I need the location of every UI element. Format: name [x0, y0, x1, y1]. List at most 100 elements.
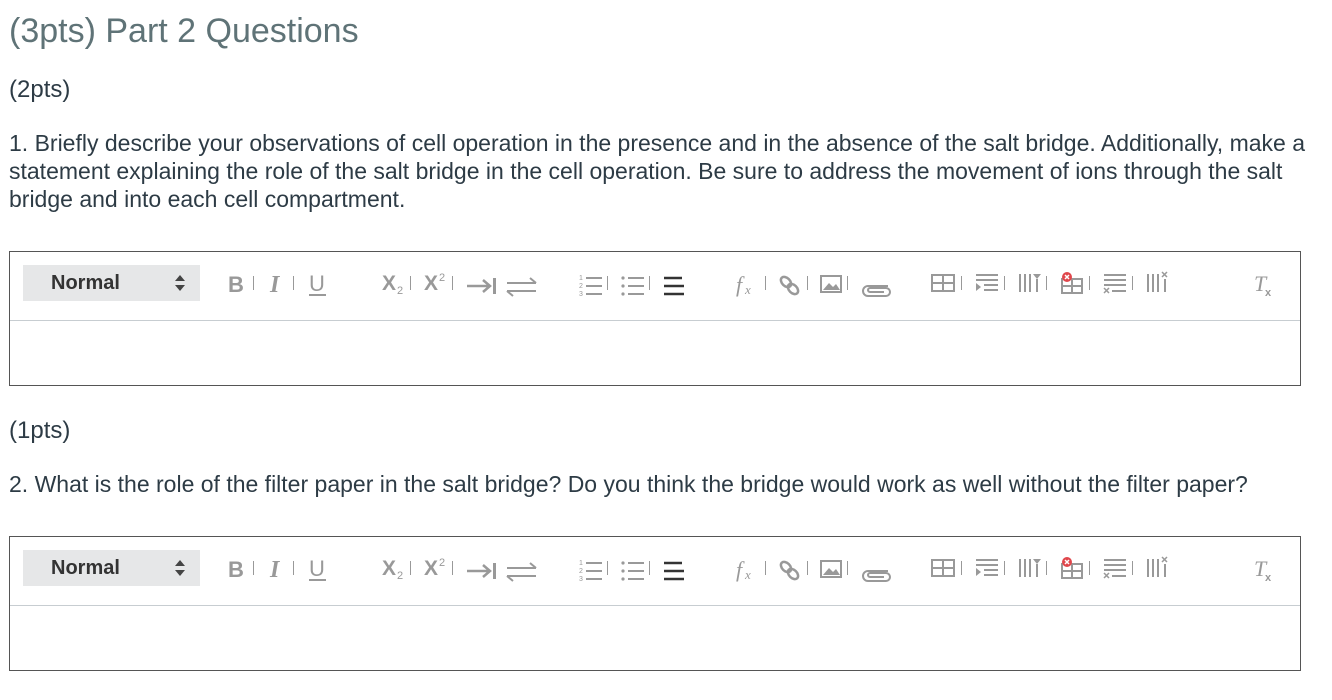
italic-button[interactable]: I: [268, 262, 284, 302]
bullet-list-button[interactable]: [620, 262, 646, 302]
svg-text:U: U: [309, 271, 325, 296]
question-2-points: (1pts): [9, 417, 71, 444]
separator: [765, 276, 766, 290]
italic-icon: I: [269, 557, 281, 583]
align-button[interactable]: [662, 547, 686, 587]
ordered-list-button[interactable]: 123: [578, 262, 604, 302]
indent-button[interactable]: [465, 547, 499, 587]
underline-icon: U: [309, 271, 326, 296]
ordered-list-button[interactable]: 123: [578, 547, 604, 587]
separator: [807, 276, 808, 290]
link-icon: [779, 275, 800, 296]
separator: [607, 561, 608, 575]
svg-text:1: 1: [579, 275, 583, 282]
svg-text:f: f: [736, 272, 745, 297]
insert-row-button[interactable]: [974, 262, 1000, 302]
svg-text:x: x: [744, 567, 751, 582]
superscript-button[interactable]: X2: [422, 547, 450, 587]
align-button[interactable]: [662, 262, 686, 302]
separator: [1089, 276, 1090, 290]
indent-button[interactable]: [465, 262, 499, 302]
bullet-list-button[interactable]: [620, 547, 646, 587]
image-button[interactable]: [819, 547, 843, 587]
format-select-value: Normal: [51, 557, 120, 579]
text-direction-icon: [506, 562, 537, 582]
updown-arrow-icon: [175, 560, 185, 576]
insert-row-icon: [976, 274, 998, 291]
link-icon: [779, 560, 800, 581]
separator: [807, 561, 808, 575]
separator: [765, 561, 766, 575]
separator: [410, 276, 411, 290]
link-button[interactable]: [777, 262, 803, 302]
table-button[interactable]: [930, 547, 956, 587]
delete-table-button[interactable]: [1059, 262, 1085, 302]
svg-text:X: X: [382, 557, 396, 580]
bold-icon: B: [228, 272, 244, 297]
delete-row-button[interactable]: [1102, 547, 1128, 587]
delete-table-icon: [1061, 557, 1083, 579]
svg-text:X: X: [424, 272, 438, 295]
subscript-icon: X2: [382, 272, 403, 297]
svg-text:f: f: [736, 557, 745, 582]
delete-table-icon: [1061, 272, 1083, 294]
format-select[interactable]: Normal: [23, 550, 200, 586]
indent-icon: [467, 563, 496, 579]
delete-row-button[interactable]: [1102, 262, 1128, 302]
bullet-list-icon: [621, 276, 644, 296]
updown-arrow-icon: [175, 275, 185, 291]
clear-format-button[interactable]: Tx: [1252, 262, 1278, 302]
insert-column-icon: [1019, 559, 1041, 577]
link-button[interactable]: [777, 547, 803, 587]
italic-button[interactable]: I: [268, 547, 284, 587]
separator: [253, 276, 254, 290]
svg-text:1: 1: [579, 560, 583, 567]
clear-format-button[interactable]: Tx: [1252, 547, 1278, 587]
insert-column-button[interactable]: [1017, 547, 1043, 587]
separator: [961, 561, 962, 575]
bold-icon: B: [228, 557, 244, 582]
table-button[interactable]: [930, 262, 956, 302]
subscript-button[interactable]: X2: [380, 262, 408, 302]
editor-content-area[interactable]: [10, 321, 1300, 385]
insert-column-button[interactable]: [1017, 262, 1043, 302]
svg-text:x: x: [1265, 572, 1272, 584]
attachment-button[interactable]: [860, 547, 894, 587]
align-icon: [664, 276, 684, 296]
text-direction-button[interactable]: [504, 262, 540, 302]
attachment-icon: [862, 570, 891, 582]
attachment-icon: [862, 285, 891, 297]
editor-toolbar: Normal B I U X2 X2 123 f x T x: [10, 537, 1300, 606]
underline-button[interactable]: U: [307, 547, 329, 587]
delete-column-button[interactable]: [1145, 547, 1171, 587]
formula-button[interactable]: fx: [735, 262, 763, 302]
question-1-points: (2pts): [9, 76, 71, 103]
bold-button[interactable]: B: [226, 547, 246, 587]
attachment-button[interactable]: [860, 262, 894, 302]
svg-text:3: 3: [579, 291, 583, 298]
indent-icon: [467, 278, 496, 294]
svg-text:B: B: [228, 272, 244, 297]
bold-button[interactable]: B: [226, 262, 246, 302]
delete-column-icon: [1147, 271, 1168, 292]
subscript-button[interactable]: X2: [380, 547, 408, 587]
text-direction-icon: [506, 277, 537, 297]
question-2-editor: Normal B I U X2 X2 123 f x T x: [9, 536, 1301, 671]
insert-row-button[interactable]: [974, 547, 1000, 587]
underline-button[interactable]: U: [307, 262, 329, 302]
separator: [1004, 276, 1005, 290]
image-button[interactable]: [819, 262, 843, 302]
clear-format-icon: Tx: [1254, 556, 1272, 584]
svg-text:2: 2: [397, 285, 403, 297]
format-select[interactable]: Normal: [23, 265, 200, 301]
editor-content-area[interactable]: [10, 606, 1300, 670]
delete-column-button[interactable]: [1145, 262, 1171, 302]
separator: [293, 276, 294, 290]
formula-button[interactable]: fx: [735, 547, 763, 587]
separator: [649, 276, 650, 290]
image-icon: [820, 560, 842, 578]
text-direction-button[interactable]: [504, 547, 540, 587]
delete-table-button[interactable]: [1059, 547, 1085, 587]
superscript-button[interactable]: X2: [422, 262, 450, 302]
table-icon: [931, 274, 955, 292]
